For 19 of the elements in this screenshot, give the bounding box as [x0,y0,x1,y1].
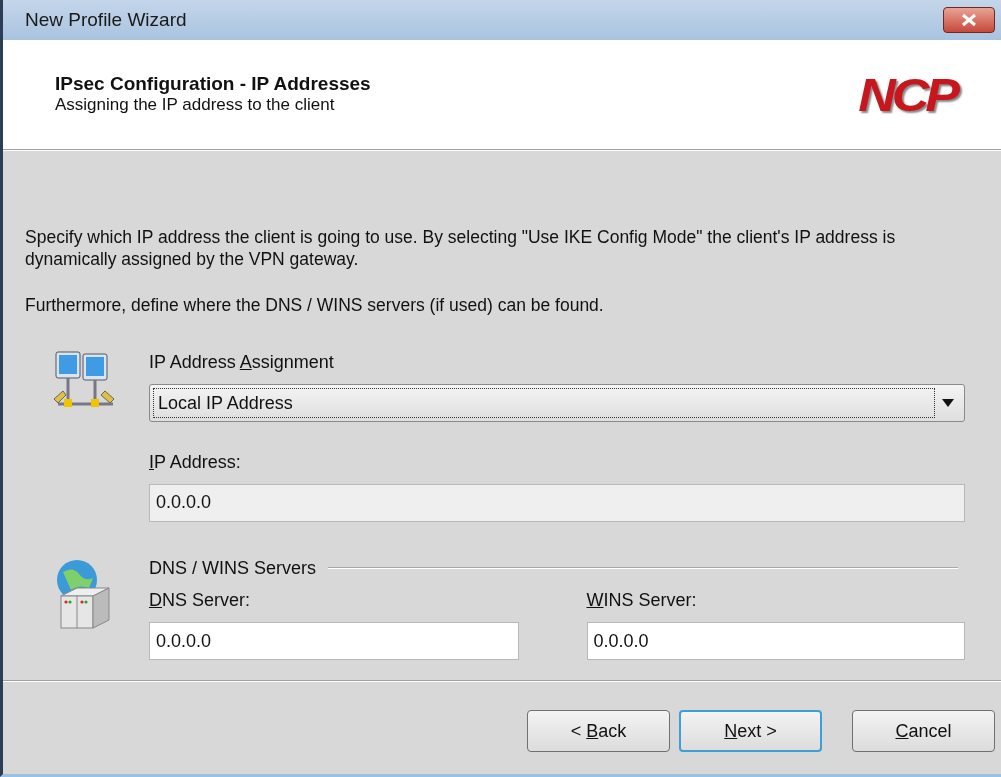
instruction-text: Furthermore, define where the DNS / WINS servers (if used) can be found. [25,294,605,317]
wizard-button[interactable]: < Back [527,710,670,753]
window-title: New Profile Wizard [25,7,187,32]
wizard-button[interactable]: Cancel [852,710,995,753]
logo: NCP [858,71,956,118]
close-button[interactable] [943,7,995,33]
assignment-dropdown[interactable]: Local IP Address [149,383,965,422]
close-icon [961,13,977,27]
server-field[interactable]: 0.0.0.0 [586,622,965,661]
field-label: IP Address Assignment [149,351,334,374]
instruction-text: Specify which IP address the client is going to use. By selecting "Use IKE Config Mode" the client's IP address is dynamically assigned by the VPN gateway. [25,227,897,271]
field-label: WINS Server: [586,590,697,612]
page-title: IPsec Configuration - IP Addresses [55,73,371,95]
page-subtitle: Assigning the IP address to the client [55,94,336,116]
wizard-button[interactable]: Next > [679,710,822,753]
group-label: DNS / WINS Servers [149,557,317,580]
field-label: DNS Server: [149,590,251,612]
field-label: IP Address: [149,451,241,474]
server-field[interactable]: 0.0.0.0 [149,622,519,661]
